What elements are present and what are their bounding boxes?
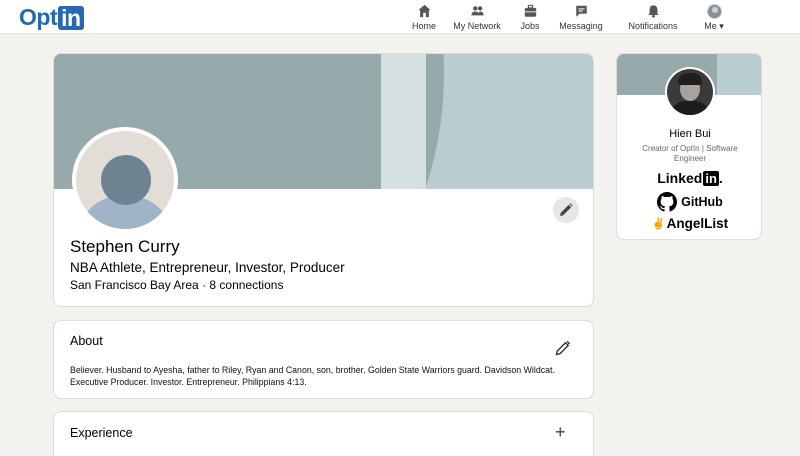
creator-photo bbox=[667, 69, 713, 115]
creator-title: Creator of OptIn | Software Engineer bbox=[642, 144, 738, 163]
logo-text: Opt bbox=[19, 4, 58, 30]
nav-me[interactable]: Me ▾ bbox=[694, 0, 734, 34]
creator-name: Hien Bui bbox=[669, 128, 711, 140]
creator-card: Hien Bui Creator of OptIn | Software Eng… bbox=[616, 53, 762, 240]
profile-headline: NBA Athlete, Entrepreneur, Investor, Pro… bbox=[70, 260, 345, 275]
github-icon bbox=[657, 192, 678, 212]
creator-photo-body bbox=[671, 101, 709, 115]
nav-jobs-label: Jobs bbox=[520, 21, 540, 31]
github-link[interactable]: GitHub bbox=[617, 192, 761, 212]
angellist-label: AngelList bbox=[666, 216, 729, 231]
add-experience-button[interactable]: + bbox=[555, 422, 566, 442]
briefcase-icon bbox=[524, 4, 536, 17]
logo-box: in bbox=[58, 5, 84, 30]
linkedin-logo-dot: . bbox=[718, 170, 723, 186]
profile-location: San Francisco Bay Area · 8 connections bbox=[70, 278, 284, 292]
top-nav: Opt in Home My Network Jobs Messaging Not… bbox=[0, 0, 800, 34]
optin-logo[interactable]: Opt in bbox=[19, 4, 84, 31]
nav-messaging[interactable]: Messaging bbox=[550, 0, 612, 34]
pencil-icon bbox=[560, 203, 573, 216]
people-icon bbox=[470, 6, 484, 16]
creator-photo-hair bbox=[678, 73, 702, 85]
avatar-placeholder-icon bbox=[76, 131, 174, 229]
about-text: Believer. Husband to Ayesha, father to R… bbox=[70, 365, 555, 387]
nav-jobs[interactable]: Jobs bbox=[510, 0, 550, 34]
about-title: About bbox=[70, 334, 103, 348]
edit-about-pencil-icon[interactable] bbox=[555, 340, 571, 356]
angellist-link[interactable]: ✌ AngelList bbox=[617, 216, 761, 231]
experience-title: Experience bbox=[70, 426, 133, 440]
edit-profile-button[interactable] bbox=[553, 197, 579, 223]
nav-items: Home My Network Jobs Messaging Notificat… bbox=[404, 0, 734, 34]
nav-messaging-label: Messaging bbox=[559, 21, 603, 31]
nav-home[interactable]: Home bbox=[404, 0, 444, 34]
nav-notifications-label: Notifications bbox=[628, 21, 678, 31]
experience-card: Experience + bbox=[53, 411, 594, 456]
nav-me-label: Me ▾ bbox=[704, 21, 724, 31]
creator-avatar[interactable] bbox=[665, 67, 715, 117]
bell-icon bbox=[647, 5, 659, 18]
home-icon bbox=[417, 4, 431, 18]
profile-card: Stephen Curry NBA Athlete, Entrepreneur,… bbox=[53, 53, 594, 307]
me-avatar bbox=[706, 4, 722, 19]
message-icon bbox=[575, 5, 587, 17]
creator-banner-stripe bbox=[717, 54, 761, 95]
about-card: About Believer. Husband to Ayesha, fathe… bbox=[53, 320, 594, 399]
linkedin-logo-text: Linked bbox=[657, 170, 703, 186]
linkedin-link[interactable]: Linked in. bbox=[617, 170, 761, 186]
avatar-head-shape bbox=[101, 155, 151, 205]
profile-avatar[interactable] bbox=[72, 127, 178, 233]
nav-notifications[interactable]: Notifications bbox=[612, 0, 694, 34]
nav-home-label: Home bbox=[411, 21, 436, 31]
peace-hand-icon: ✌ bbox=[651, 218, 666, 230]
github-label: GitHub bbox=[681, 195, 723, 209]
nav-network-label: My Network bbox=[453, 21, 501, 31]
linkedin-logo-box: in bbox=[703, 170, 719, 186]
banner-stripe bbox=[381, 54, 426, 189]
nav-network[interactable]: My Network bbox=[444, 0, 510, 34]
profile-name: Stephen Curry bbox=[70, 237, 180, 256]
